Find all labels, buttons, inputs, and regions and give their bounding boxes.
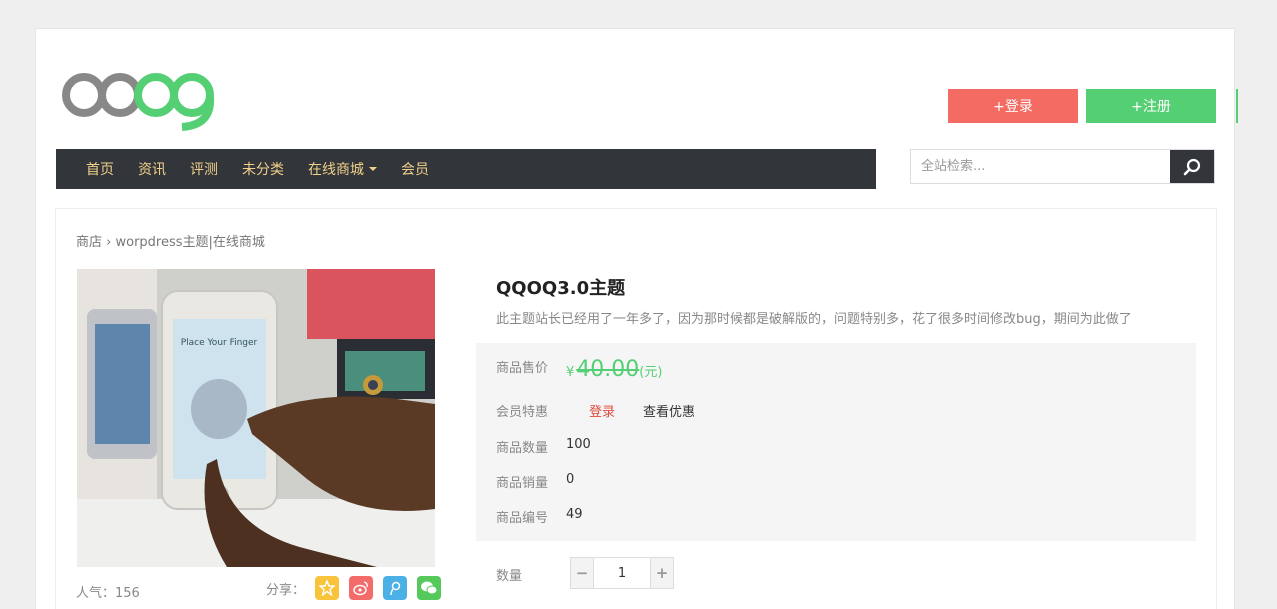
search-button[interactable]	[1170, 150, 1214, 183]
stock-value: 100	[566, 437, 591, 452]
quantity-stepper: − +	[570, 557, 674, 589]
stock-label: 商品数量	[496, 441, 549, 456]
main-nav: 首页 资讯 评测 未分类 在线商城 会员	[56, 149, 876, 189]
share-label: 分享：	[266, 582, 306, 598]
product-price: 40.00	[576, 357, 640, 382]
share-bar: 分享：	[266, 576, 442, 600]
sales-label: 商品销量	[496, 476, 549, 491]
currency-symbol: ¥	[566, 365, 575, 380]
product-info-box: 商品售价 ¥ 40.00 (元) 会员特惠 登录 查看优惠 商品数量 100 商…	[476, 343, 1196, 541]
view-discount-link[interactable]: 查看优惠	[643, 401, 695, 420]
price-label: 商品售价	[496, 361, 549, 376]
minus-icon[interactable]: −	[571, 558, 593, 588]
breadcrumb-shop[interactable]: 商店	[76, 235, 102, 250]
nav-item-shop-label: 在线商城	[308, 162, 364, 178]
popularity-count: 人气：156	[76, 586, 140, 601]
quantity-label: 数量	[496, 569, 523, 584]
page-card: +登录 +注册 首页 资讯 评测 未分类 在线商城 会员 商店 › worpdr…	[35, 28, 1238, 609]
search-box	[910, 149, 1215, 184]
nav-item-review[interactable]: 评测	[190, 159, 218, 179]
stock-row: 商品数量 100	[496, 437, 591, 456]
sales-row: 商品销量 0	[496, 472, 574, 491]
sku-label: 商品编号	[496, 511, 549, 526]
breadcrumb-current[interactable]: worpdress主题|在线商城	[116, 235, 265, 250]
tencent-weibo-icon[interactable]	[383, 576, 408, 600]
plus-icon[interactable]: +	[651, 558, 673, 588]
breadcrumb-separator: ›	[106, 235, 112, 250]
nav-item-member[interactable]: 会员	[401, 159, 429, 179]
breadcrumb: 商店 › worpdress主题|在线商城	[76, 231, 265, 250]
quantity-input[interactable]	[593, 558, 651, 588]
dropdown-caret-icon	[369, 167, 377, 171]
sku-row: 商品编号 49	[496, 507, 583, 526]
nav-item-home[interactable]: 首页	[86, 159, 114, 179]
wechat-icon[interactable]	[417, 576, 442, 600]
member-label: 会员特惠	[496, 405, 549, 420]
image-caption: Place Your Finger	[181, 338, 258, 348]
price-unit: (元)	[639, 365, 663, 380]
login-button[interactable]: +登录	[948, 89, 1078, 123]
nav-item-news[interactable]: 资讯	[138, 159, 166, 179]
register-button[interactable]: +注册	[1086, 89, 1216, 123]
site-logo[interactable]	[62, 69, 222, 131]
sales-value: 0	[566, 472, 575, 487]
qzone-icon[interactable]	[315, 576, 340, 600]
price-row: 商品售价 ¥ 40.00 (元)	[496, 357, 662, 382]
button-edge	[1236, 89, 1238, 123]
member-login-link[interactable]: 登录	[589, 401, 615, 420]
product-panel: 商店 › worpdress主题|在线商城 Place Your Finger	[55, 208, 1217, 609]
search-input[interactable]	[911, 150, 1170, 183]
product-description: 此主题站长已经用了一年多了，因为那时候都是破解版的，问题特别多，花了很多时间修改…	[496, 312, 1132, 327]
product-image[interactable]: Place Your Finger	[77, 269, 435, 567]
member-row: 会员特惠 登录 查看优惠	[496, 401, 695, 420]
product-title: QQOQ3.0主题	[496, 278, 626, 299]
weibo-icon[interactable]	[349, 576, 374, 600]
search-icon	[1183, 158, 1201, 175]
sku-value: 49	[566, 507, 583, 522]
nav-item-uncategorized[interactable]: 未分类	[242, 159, 284, 179]
nav-item-shop[interactable]: 在线商城	[308, 159, 377, 179]
